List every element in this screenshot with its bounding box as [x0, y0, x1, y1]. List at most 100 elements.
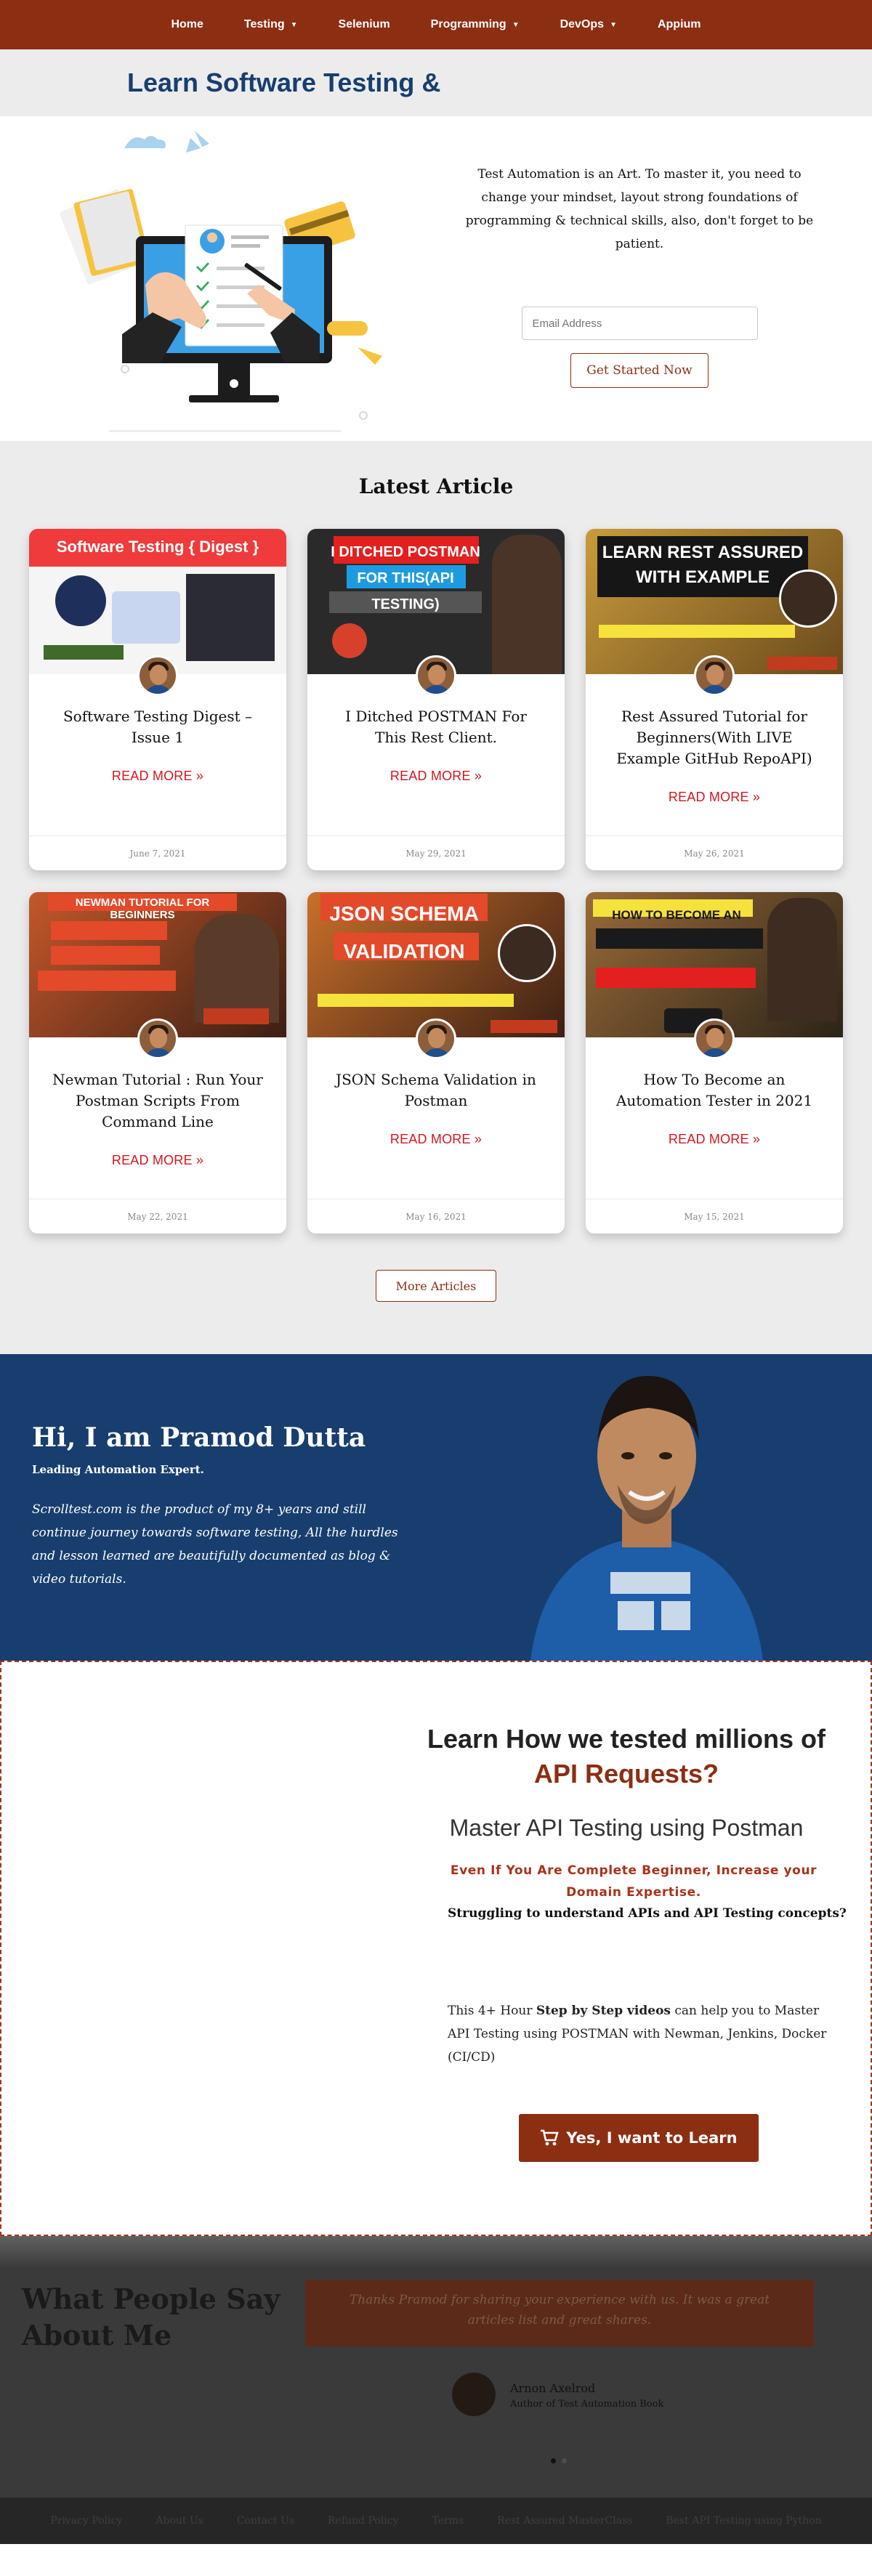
hero-illustration [0, 116, 436, 441]
about-heading: Hi, I am Pramod Dutta [32, 1422, 366, 1453]
footer-link-api-python[interactable]: Best API Testing using Python [666, 2515, 822, 2527]
author-avatar [416, 655, 456, 696]
about-tagline: Leading Automation Expert. [32, 1463, 204, 1476]
read-more-link[interactable]: READ MORE » [329, 1132, 543, 1147]
footer-link-privacy-policy[interactable]: Privacy Policy [50, 2515, 122, 2527]
nav-item-programming[interactable]: Programming ▼ [411, 18, 540, 31]
article-title[interactable]: How To Become an Automation Tester in 20… [607, 1069, 821, 1111]
nav-item-home[interactable]: Home [150, 18, 223, 31]
hero-title: Learn Software Testing & [127, 68, 441, 97]
reviewer-name: Arnon Axelrod [510, 2381, 596, 2395]
hero-intro: Test Automation is an Art. To master it,… [465, 167, 814, 251]
article-thumbnail[interactable]: I DITCHED POSTMAN FOR THIS(API TESTING) [307, 529, 565, 674]
course-heading-accent: API Requests? [533, 1759, 719, 1789]
carousel-dot[interactable] [562, 2458, 567, 2463]
author-portrait [530, 1376, 763, 1661]
enroll-button[interactable]: Yes, I want to Learn [519, 2114, 759, 2162]
article-thumbnail[interactable]: LEARN REST ASSURED WITH EXAMPLE [586, 529, 843, 674]
article-card[interactable]: JSON SCHEMA VALIDATION JSON Schema Valid… [307, 892, 565, 1234]
nav-label: Appium [657, 18, 701, 31]
reviewer-role: Author of Test Automation Book [510, 2399, 664, 2410]
thumbnail-text: NEWMAN TUTORIAL FOR BEGINNERS [75, 896, 210, 921]
course-desc-text: This 4+ Hour [448, 2004, 536, 2018]
enroll-button-label: Yes, I want to Learn [566, 2129, 738, 2147]
nav-item-appium[interactable]: Appium [637, 18, 722, 31]
footer-link-rest-assured[interactable]: Rest Assured MasterClass [497, 2515, 632, 2527]
course-subheading: Master API Testing using Postman [449, 1815, 804, 1841]
get-started-button[interactable]: Get Started Now [570, 353, 708, 388]
thumbnail-text: I DITCHED POSTMAN FOR THIS(API TESTING) [331, 544, 480, 612]
chevron-down-icon: ▼ [290, 20, 298, 29]
thumbnail-text: HOW TO BECOME AN AUTOMATION TESTER [609, 908, 744, 951]
thumbnail-text: Software Testing { Digest } [56, 538, 259, 556]
article-thumbnail[interactable]: Software Testing { Digest } [29, 529, 286, 674]
section-title: Latest Article [358, 474, 514, 498]
course-question: Struggling to understand APIs and API Te… [448, 1906, 847, 1921]
resume-monitor-illustration [60, 131, 382, 432]
nav-label: Programming [430, 18, 506, 31]
nav-label: Testing [243, 18, 285, 31]
read-more-link[interactable]: READ MORE » [607, 1132, 821, 1147]
article-title[interactable]: Newman Tutorial : Run Your Postman Scrip… [51, 1069, 265, 1133]
hero-title-band: Learn Software Testing & [0, 49, 872, 116]
email-field[interactable] [521, 307, 758, 340]
read-more-link[interactable]: READ MORE » [51, 1153, 265, 1168]
article-thumbnail[interactable]: HOW TO BECOME AN AUTOMATION TESTER [586, 892, 843, 1037]
footer-link-refund-policy[interactable]: Refund Policy [328, 2515, 398, 2527]
author-avatar [694, 1018, 735, 1059]
nav-item-devops[interactable]: DevOps ▼ [540, 18, 637, 31]
cart-icon [541, 2129, 560, 2146]
testimonial-quote: Thanks Pramod for sharing your experienc… [305, 2280, 814, 2346]
testimonial-section: What People Say About Me Thanks Pramod fo… [0, 2236, 872, 2498]
article-date: May 22, 2021 [29, 1199, 286, 1234]
article-thumbnail[interactable]: JSON SCHEMA VALIDATION [307, 892, 565, 1037]
article-grid: Software Testing { Digest } Software Tes… [29, 529, 872, 1234]
author-avatar [137, 1018, 178, 1059]
article-date: May 26, 2021 [586, 835, 843, 870]
course-heading-text: Learn How we tested millions of [427, 1724, 826, 1754]
footer-link-about-us[interactable]: About Us [156, 2515, 203, 2527]
nav-label: DevOps [560, 18, 605, 31]
author-avatar [416, 1018, 456, 1059]
article-card[interactable]: HOW TO BECOME AN AUTOMATION TESTER How T… [586, 892, 843, 1234]
nav-item-selenium[interactable]: Selenium [318, 18, 411, 31]
course-heading: Learn How we tested millions of API Requ… [423, 1722, 830, 1791]
footer-link-contact-us[interactable]: Contact Us [237, 2515, 294, 2527]
article-thumbnail[interactable]: NEWMAN TUTORIAL FOR BEGINNERS [29, 892, 286, 1037]
read-more-link[interactable]: READ MORE » [607, 790, 821, 805]
read-more-link[interactable]: READ MORE » [329, 769, 543, 784]
more-articles-button[interactable]: More Articles [376, 1270, 496, 1302]
article-title[interactable]: Rest Assured Tutorial for Beginners(With… [607, 706, 821, 769]
top-navigation: Home Testing ▼ Selenium Programming ▼ DevO… [0, 0, 872, 49]
thumbnail-text: LEARN REST ASSURED WITH EXAMPLE [602, 543, 804, 587]
article-title[interactable]: Software Testing Digest – Issue 1 [51, 706, 265, 748]
course-promo-section: Learn How we tested millions of API Requ… [0, 1661, 872, 2236]
course-description: This 4+ Hour Step by Step videos can hel… [448, 1999, 833, 2069]
testimonial-heading-line: About Me [22, 2319, 172, 2352]
nav-label: Selenium [338, 18, 390, 31]
article-title[interactable]: I Ditched POSTMAN For This Rest Client. [329, 706, 543, 748]
chevron-down-icon: ▼ [610, 20, 617, 29]
footer: Privacy Policy About Us Contact Us Refun… [0, 2498, 872, 2544]
latest-articles-section: Latest Article Software Testing { Digest… [0, 441, 872, 1354]
article-date: May 15, 2021 [586, 1199, 843, 1234]
article-title[interactable]: JSON Schema Validation in Postman [329, 1069, 543, 1111]
nav-label: Home [171, 18, 203, 31]
hero-copy: Test Automation is an Art. To master it,… [436, 116, 872, 441]
article-card[interactable]: LEARN REST ASSURED WITH EXAMPLE Rest Ass… [586, 529, 843, 870]
carousel-dots [551, 2458, 567, 2463]
about-section: Hi, I am Pramod Dutta Leading Automation… [0, 1354, 872, 1661]
course-desc-bold: Step by Step videos [536, 2004, 671, 2018]
footer-link-terms[interactable]: Terms [432, 2515, 464, 2527]
article-card[interactable]: I DITCHED POSTMAN FOR THIS(API TESTING) … [307, 529, 565, 870]
article-date: June 7, 2021 [29, 835, 286, 870]
article-card[interactable]: NEWMAN TUTORIAL FOR BEGINNERS Newman Tut… [29, 892, 286, 1234]
hero-section: Test Automation is an Art. To master it,… [0, 116, 872, 441]
read-more-link[interactable]: READ MORE » [51, 769, 265, 784]
about-bio: Scrolltest.com is the product of my 8+ y… [32, 1502, 398, 1587]
nav-item-testing[interactable]: Testing ▼ [224, 18, 318, 31]
article-card[interactable]: Software Testing { Digest } Software Tes… [29, 529, 286, 870]
course-promise: Even If You Are Complete Beginner, Incre… [450, 1863, 818, 1900]
article-date: May 29, 2021 [307, 835, 565, 870]
carousel-dot-active[interactable] [551, 2458, 556, 2463]
